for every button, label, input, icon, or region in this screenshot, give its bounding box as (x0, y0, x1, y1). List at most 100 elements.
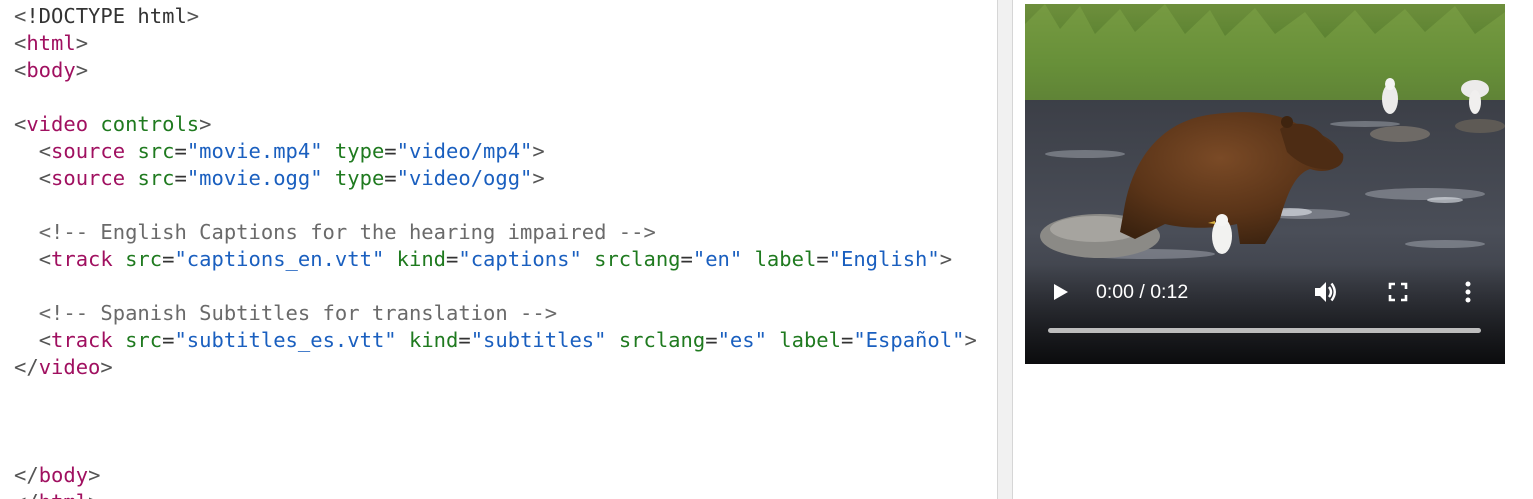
time-display: 0:00 / 0:12 (1096, 281, 1189, 303)
play-button[interactable] (1047, 279, 1073, 305)
code-line: <source src="movie.ogg" type="video/ogg"… (14, 165, 977, 192)
code-line: <body> (14, 57, 977, 84)
code-text: !DOCTYPE html (26, 4, 187, 28)
code-attribute: src (125, 328, 163, 352)
code-line: <source src="movie.mp4" type="video/mp4"… (14, 138, 977, 165)
code-tag-name: source (51, 139, 126, 163)
controls-overlay (1025, 264, 1505, 364)
code-tag-name: video (38, 355, 101, 379)
code-tag-name: track (51, 247, 113, 271)
code-bracket: > (532, 166, 545, 190)
code-text: = (174, 166, 187, 190)
fullscreen-button[interactable] (1385, 279, 1411, 305)
code-text: = (458, 328, 471, 352)
pane-divider[interactable] (997, 0, 1013, 499)
code-bracket: < (14, 58, 27, 82)
code-line: <html> (14, 30, 977, 57)
code-attribute: kind (408, 328, 459, 352)
code-tag-name: html (39, 490, 88, 499)
code-text: = (162, 247, 175, 271)
volume-button[interactable] (1311, 278, 1339, 306)
code-text: = (384, 139, 397, 163)
code-line: </html> (14, 489, 977, 499)
code-bracket: / (26, 490, 38, 499)
video-player[interactable]: 0:00 / 0:12 (1025, 4, 1505, 364)
code-editor[interactable]: <!DOCTYPE html> <html> <body> <video contr… (0, 0, 997, 499)
code-comment: <!-- English Captions for the hearing im… (38, 220, 656, 244)
code-bracket: > (199, 112, 212, 136)
code-attribute: src (137, 139, 175, 163)
code-attribute: type (334, 166, 385, 190)
code-text: = (446, 247, 459, 271)
code-bracket: / (26, 463, 39, 487)
progress-bar[interactable] (1048, 328, 1481, 333)
more-options-icon (1465, 281, 1471, 303)
code-bracket: < (14, 463, 27, 487)
code-text: = (841, 328, 854, 352)
code-attribute-value: "subtitles_es.vtt" (174, 328, 397, 352)
more-options-button[interactable] (1457, 278, 1479, 306)
code-bracket: < (14, 4, 27, 28)
code-bracket: > (532, 139, 545, 163)
code-bracket: > (186, 4, 200, 28)
code-attribute-value: "movie.mp4" (186, 139, 323, 163)
code-attribute-value: "English" (828, 247, 940, 271)
volume-icon (1315, 282, 1336, 302)
code-bracket: > (964, 328, 977, 352)
code-line: </video> (14, 354, 977, 381)
code-attribute: src (137, 166, 175, 190)
code-line: <!-- English Captions for the hearing im… (14, 219, 977, 246)
code-bracket: > (939, 247, 953, 271)
code-attribute: label (754, 247, 817, 271)
code-line: <!DOCTYPE html> (14, 3, 977, 30)
code-tag-name: html (26, 31, 76, 55)
code-bracket: > (75, 31, 89, 55)
code-bracket: > (100, 355, 113, 379)
code-attribute: src (125, 247, 163, 271)
code-line: <!-- Spanish Subtitles for translation -… (14, 300, 977, 327)
code-tag-name: source (51, 166, 126, 190)
code-comment: <!-- Spanish Subtitles for translation -… (38, 301, 558, 325)
code-attribute-value: "captions_en.vtt" (174, 247, 385, 271)
code-line: <track src="subtitles_es.vtt" kind="subt… (14, 327, 977, 354)
code-bracket: < (38, 247, 52, 271)
code-bracket: > (75, 58, 89, 82)
code-attribute: controls (100, 112, 200, 136)
code-text: = (384, 166, 397, 190)
code-attribute-value: "Español" (853, 328, 965, 352)
fullscreen-icon (1388, 282, 1408, 302)
code-attribute: kind (396, 247, 447, 271)
code-attribute-value: "movie.ogg" (186, 166, 323, 190)
code-line: <track src="captions_en.vtt" kind="capti… (14, 246, 977, 273)
code-attribute-value: "subtitles" (470, 328, 607, 352)
code-attribute-value: "video/ogg" (396, 166, 533, 190)
code-content[interactable]: <!DOCTYPE html> <html> <body> <video contr… (14, 3, 977, 499)
code-text: = (174, 139, 187, 163)
code-attribute-value: "en" (692, 247, 743, 271)
code-attribute-value: "video/mp4" (396, 139, 533, 163)
play-icon (1054, 284, 1068, 300)
code-line: </body> (14, 462, 977, 489)
code-bracket: / (26, 355, 39, 379)
code-bracket: < (14, 355, 27, 379)
